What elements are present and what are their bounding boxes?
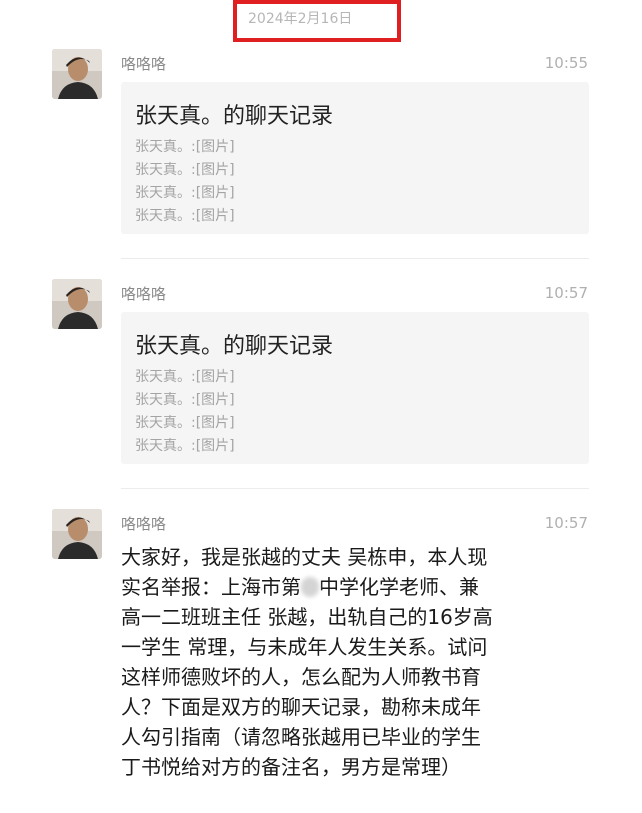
- text-line: 这样师德败坏的人，怎么配为人师教书育: [121, 665, 481, 689]
- sender-name: 咯咯咯: [121, 285, 167, 303]
- message-divider: [121, 488, 589, 489]
- avatar[interactable]: [52, 509, 102, 559]
- text-line: 人？下面是双方的聊天记录，勘称未成年: [121, 695, 481, 719]
- chat-history-card[interactable]: 张天真。的聊天记录 张天真。:[图片] 张天真。:[图片] 张天真。:[图片] …: [121, 312, 589, 464]
- avatar[interactable]: [52, 279, 102, 329]
- chat-message-1: 咯咯咯 10:55 张天真。的聊天记录 张天真。:[图片] 张天真。:[图片] …: [0, 46, 642, 246]
- text-line: 高一二班班主任 张越，出轨自己的16岁高: [121, 605, 493, 629]
- date-separator: 2024年2月16日: [0, 0, 642, 42]
- card-line: 张天真。:[图片]: [135, 208, 235, 224]
- message-text: 大家好，我是张越的丈夫 吴栋申，本人现 实名举报：上海市第 中学化学老师、兼 高一…: [121, 542, 591, 782]
- chat-history-card[interactable]: 张天真。的聊天记录 张天真。:[图片] 张天真。:[图片] 张天真。:[图片] …: [121, 82, 589, 234]
- avatar-photo-icon: [52, 509, 102, 559]
- card-title: 张天真。的聊天记录: [135, 334, 334, 359]
- message-time: 10:57: [544, 514, 588, 532]
- avatar-photo-icon: [52, 279, 102, 329]
- card-title: 张天真。的聊天记录: [135, 104, 334, 129]
- message-divider: [121, 258, 589, 259]
- card-line: 张天真。:[图片]: [135, 185, 235, 201]
- text-fragment: 中学化学老师、兼: [319, 575, 479, 599]
- chat-message-2: 咯咯咯 10:57 张天真。的聊天记录 张天真。:[图片] 张天真。:[图片] …: [0, 276, 642, 476]
- card-line: 张天真。:[图片]: [135, 162, 235, 178]
- text-line: 丁书悦给对方的备注名，男方是常理）: [121, 755, 461, 779]
- text-line: 一学生 常理，与未成年人发生关系。试问: [121, 635, 488, 659]
- message-time: 10:55: [544, 54, 588, 72]
- text-line: 实名举报：上海市第 中学化学老师、兼: [121, 572, 591, 602]
- card-line: 张天真。:[图片]: [135, 415, 235, 431]
- text-line: 人勾引指南（请忽略张越用已毕业的学生: [121, 725, 481, 749]
- card-line: 张天真。:[图片]: [135, 139, 235, 155]
- card-line: 张天真。:[图片]: [135, 438, 235, 454]
- text-line: 大家好，我是张越的丈夫 吴栋申，本人现: [121, 545, 488, 569]
- text-fragment: 实名举报：上海市第: [121, 575, 301, 599]
- avatar[interactable]: [52, 49, 102, 99]
- sender-name: 咯咯咯: [121, 55, 167, 73]
- highlight-box: [233, 0, 401, 42]
- card-line: 张天真。:[图片]: [135, 369, 235, 385]
- sender-name: 咯咯咯: [121, 515, 167, 533]
- message-time: 10:57: [544, 284, 588, 302]
- avatar-photo-icon: [52, 49, 102, 99]
- redaction-blur: [301, 577, 319, 597]
- card-line: 张天真。:[图片]: [135, 392, 235, 408]
